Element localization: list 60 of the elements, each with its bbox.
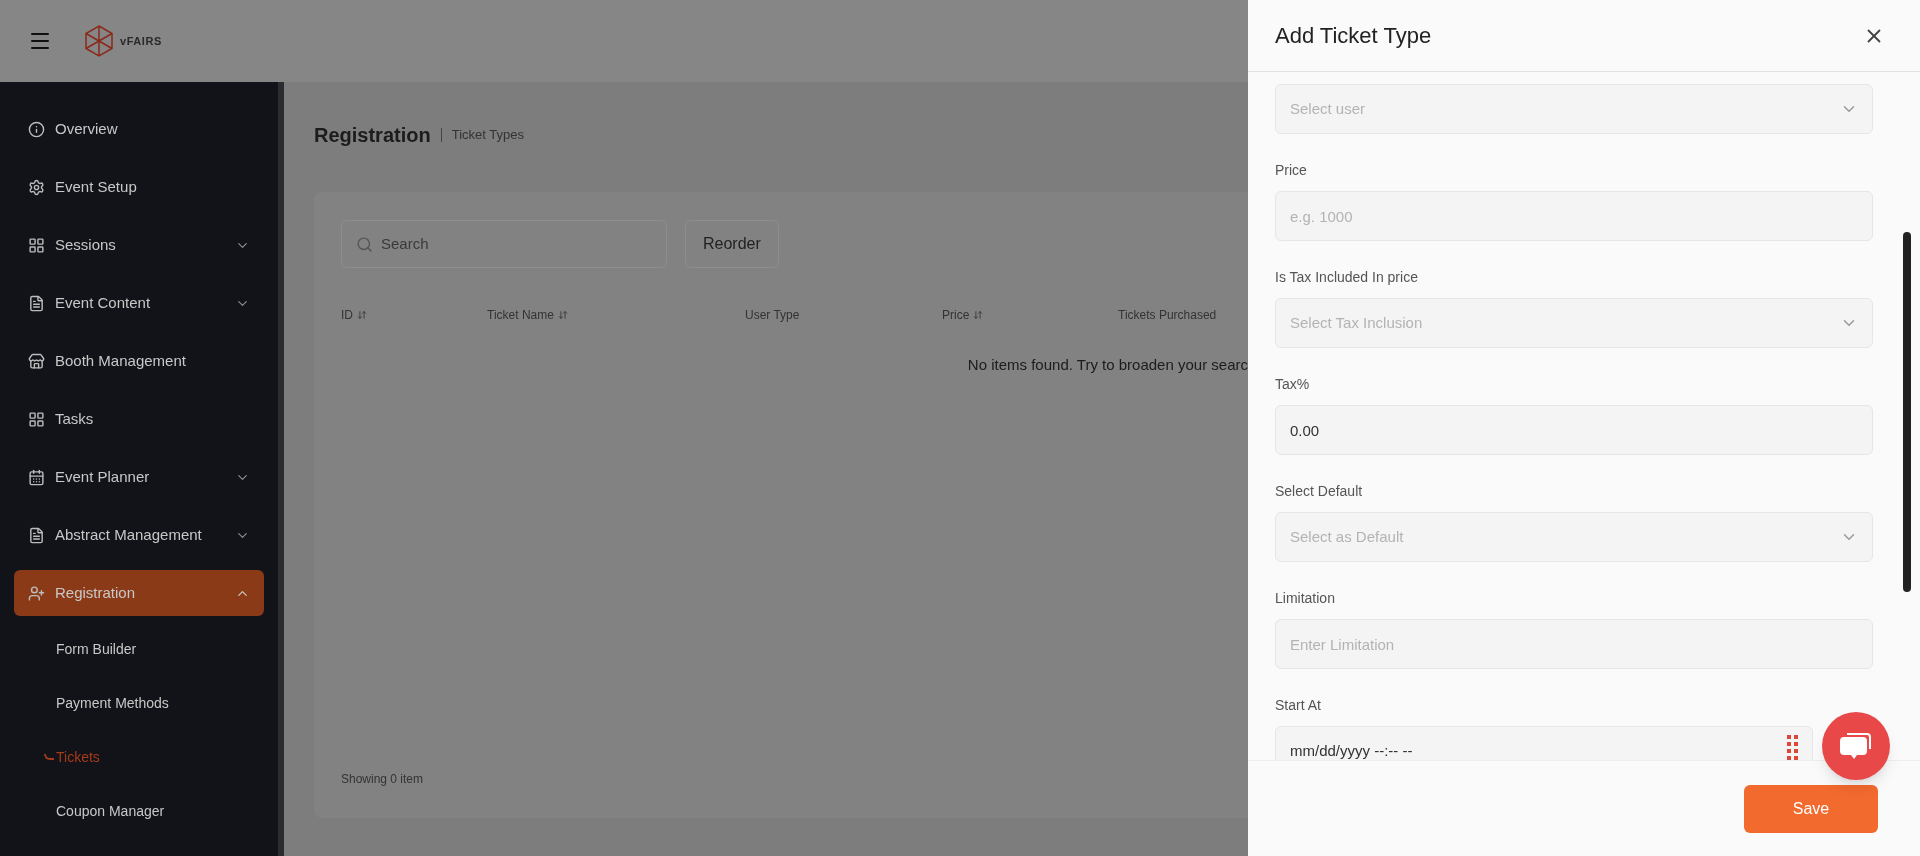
- sidebar-item-label: Event Content: [55, 292, 152, 313]
- reorder-button[interactable]: Reorder: [685, 220, 779, 268]
- drawer-title: Add Ticket Type: [1275, 22, 1432, 50]
- page-subtitle: Ticket Types: [451, 126, 524, 145]
- sidebar-item[interactable]: Sessions: [14, 222, 264, 268]
- sidebar-item-label: Event Setup: [55, 176, 138, 197]
- sidebar-item[interactable]: Registration: [14, 570, 264, 616]
- store-icon: [28, 352, 45, 370]
- date-time-value: mm/dd/yyyy --:-- --: [1290, 740, 1413, 760]
- submenu-item[interactable]: Payment Methods: [56, 692, 169, 714]
- grid-icon: [28, 236, 45, 254]
- page-title: Registration: [314, 123, 431, 148]
- input-field[interactable]: 0.00: [1275, 405, 1873, 455]
- sidebar-item[interactable]: Abstract Management: [14, 512, 264, 558]
- submenu-item[interactable]: Form Builder: [56, 638, 137, 660]
- gear-icon: [28, 178, 45, 196]
- select-placeholder: Select user: [1290, 98, 1366, 119]
- select-placeholder: Select as Default: [1290, 526, 1404, 547]
- sidebar-item-label: Sessions: [55, 234, 117, 255]
- sidebar-item-label: Abstract Management: [55, 524, 203, 545]
- field-label: Select Default: [1275, 482, 1364, 501]
- sort-icon[interactable]: [557, 310, 568, 320]
- field-label: Limitation: [1275, 589, 1336, 608]
- sidebar-item[interactable]: Booth Management: [14, 338, 264, 384]
- field-label: Start At: [1275, 696, 1322, 715]
- sidebar-item-label: Overview: [55, 118, 119, 139]
- input-field[interactable]: Enter Limitation: [1275, 619, 1873, 669]
- sidebar-item-label: Booth Management: [55, 350, 187, 371]
- chat-bubble-icon: [1839, 731, 1873, 761]
- sidebar-item[interactable]: Event Planner: [14, 454, 264, 500]
- sidebar-item-label: Registration: [55, 582, 137, 603]
- scrollbar-thumb[interactable]: [1903, 232, 1911, 592]
- document-icon: [28, 526, 45, 544]
- submenu-item[interactable]: Coupon Manager: [56, 800, 165, 822]
- sidebar-item[interactable]: Overview: [14, 106, 264, 152]
- sidebar-item-label: Event Planner: [55, 466, 151, 487]
- user-plus-icon: [28, 584, 45, 602]
- info-icon: [28, 120, 45, 138]
- empty-message: No items found. Try to broaden your searc: [967, 355, 1248, 375]
- date-time-field[interactable]: mm/dd/yyyy --:-- --: [1275, 726, 1813, 760]
- field-label: Price: [1275, 161, 1308, 180]
- sidebar-item[interactable]: Event Setup: [14, 164, 264, 210]
- search-placeholder: Search: [381, 233, 429, 254]
- sort-icon[interactable]: [357, 310, 367, 320]
- sidebar-item-label: Tasks: [55, 408, 95, 429]
- sort-icon[interactable]: [973, 310, 984, 320]
- input-field[interactable]: e.g. 1000: [1275, 191, 1873, 241]
- select-placeholder: Select Tax Inclusion: [1290, 312, 1423, 333]
- grid-icon: [28, 410, 45, 428]
- cube-logo-icon: [84, 25, 114, 57]
- sidebar-item[interactable]: Event Content: [14, 280, 264, 326]
- field-label: Is Tax Included In price: [1275, 268, 1419, 287]
- grip-icon: [1787, 735, 1798, 760]
- logo-text: vFAIRS: [120, 33, 162, 49]
- search-icon: [356, 235, 373, 253]
- document-icon: [28, 294, 45, 312]
- field-label: Tax%: [1275, 375, 1311, 394]
- sidebar-item[interactable]: Tasks: [14, 396, 264, 442]
- calendar-icon: [28, 468, 45, 486]
- item-count: Showing 0 item: [341, 771, 425, 788]
